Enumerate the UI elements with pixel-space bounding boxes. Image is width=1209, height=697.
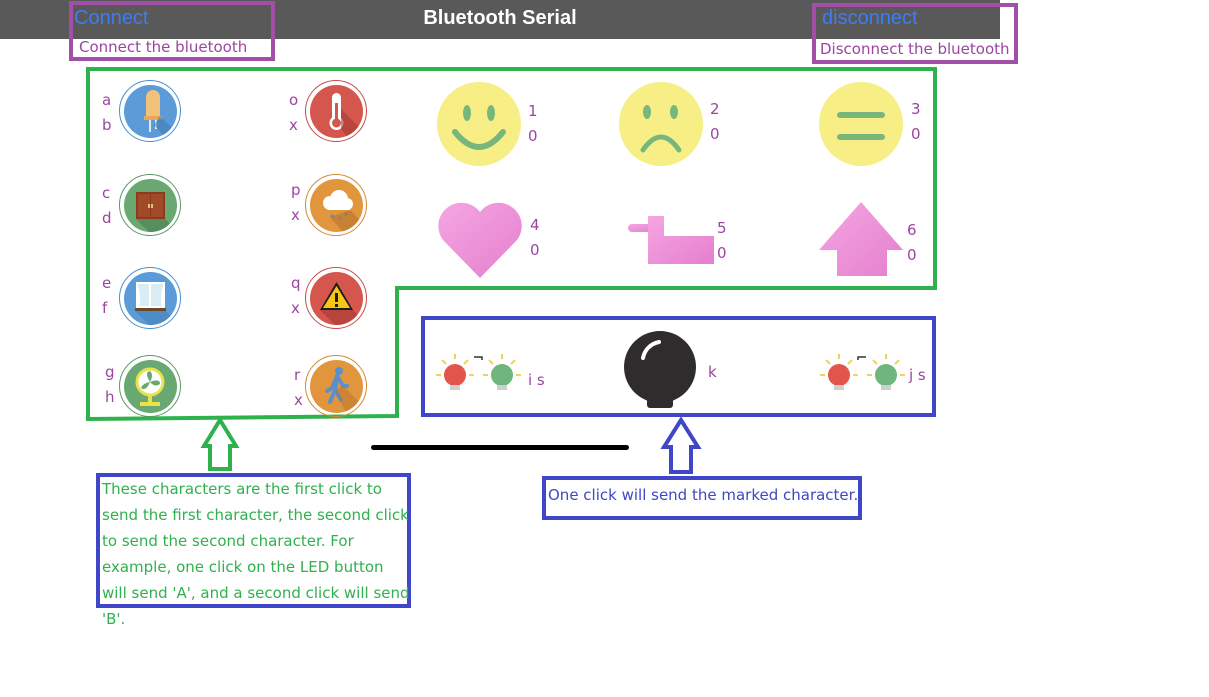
single-note-text: One click will send the marked character… [548, 486, 859, 504]
toggle-note-text: These characters are the first click to … [102, 480, 410, 628]
divider-line [371, 445, 629, 450]
